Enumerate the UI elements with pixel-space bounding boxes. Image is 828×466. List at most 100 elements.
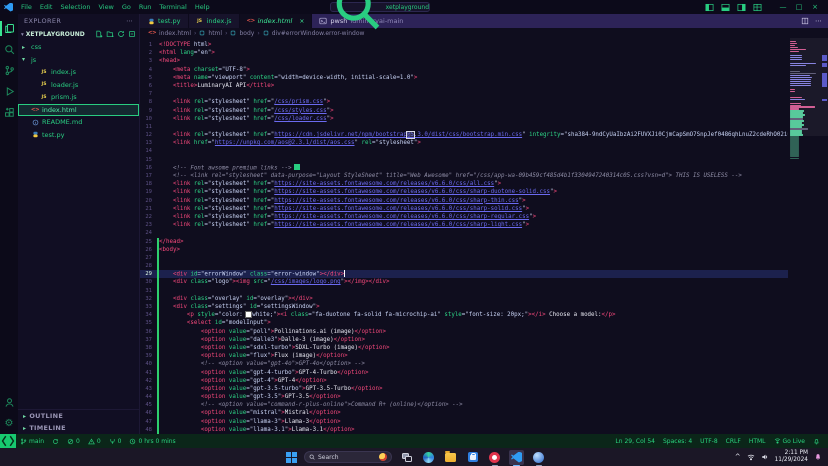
code-line-16[interactable]: 16 <!-- Font awsome premium links --> <box>140 164 788 172</box>
tab-test-py[interactable]: test.py <box>140 14 189 28</box>
taskbar-app-vscode[interactable] <box>509 450 524 465</box>
code-line-19[interactable]: 19 <link rel="stylesheet" href="https://… <box>140 188 788 196</box>
refresh-icon[interactable] <box>117 30 125 40</box>
code-line-3[interactable]: 3<head> <box>140 57 788 65</box>
status-bell[interactable] <box>809 438 824 445</box>
menu-item-help[interactable]: Help <box>191 0 214 14</box>
code-line-20[interactable]: 20 <link rel="stylesheet" href="https://… <box>140 197 788 205</box>
taskbar-app-opera[interactable] <box>487 450 502 465</box>
sidebar-section-timeline[interactable]: ▸TIMELINE <box>18 422 139 434</box>
file-README-md[interactable]: README.md <box>18 116 139 129</box>
code-line-22[interactable]: 22 <link rel="stylesheet" href="https://… <box>140 213 788 221</box>
code-line-32[interactable]: 32 <div class="overlay" id="overlay"></d… <box>140 295 788 303</box>
file-prism-js[interactable]: JSprism.js <box>18 91 139 104</box>
code-line-7[interactable]: 7 <box>140 90 788 98</box>
more-actions-icon[interactable]: ⋯ <box>815 17 822 25</box>
code-line-31[interactable]: 31 <box>140 287 788 295</box>
breadcrumb-item[interactable]: html <box>208 30 222 37</box>
status-branch-main[interactable]: main <box>16 438 48 445</box>
minimize-button[interactable]: — <box>775 0 791 14</box>
code-line-39[interactable]: 39 <option value="flux">Flux (image)</op… <box>140 352 788 360</box>
status-fork-0[interactable]: 0 <box>105 438 126 445</box>
menu-item-view[interactable]: View <box>94 0 117 14</box>
code-line-4[interactable]: 4 <meta charset="UTF-8"> <box>140 66 788 74</box>
code-line-24[interactable]: 24 <box>140 229 788 237</box>
code-line-35[interactable]: 35 <select id="modelInput"> <box>140 319 788 327</box>
code-line-48[interactable]: 48 <option value="llama-3.1">Llama-3.1</… <box>140 426 788 434</box>
minimap[interactable] <box>790 41 818 160</box>
tray-chevron-up-icon[interactable]: ^ <box>735 453 741 461</box>
code-line-47[interactable]: 47 <option value="llama-3">Llama-3</opti… <box>140 418 788 426</box>
status-sync[interactable] <box>48 438 63 445</box>
collapse-all-icon[interactable] <box>128 30 136 40</box>
command-search-box[interactable]: xetplayground <box>330 2 430 12</box>
taskbar-app-task-view[interactable] <box>399 450 414 465</box>
menu-item-edit[interactable]: Edit <box>36 0 57 14</box>
menu-item-selection[interactable]: Selection <box>56 0 94 14</box>
code-line-5[interactable]: 5 <meta name="viewport" content="width=d… <box>140 74 788 82</box>
status-clock-0[interactable]: 0 hrs 0 mins <box>125 438 179 445</box>
taskbar-app-edge[interactable] <box>421 450 436 465</box>
close-tab-icon[interactable]: × <box>299 18 304 25</box>
activitybar-search-icon[interactable] <box>0 39 18 60</box>
menu-item-file[interactable]: File <box>17 0 36 14</box>
activitybar-account-icon[interactable] <box>0 392 18 413</box>
taskbar-search[interactable]: Search <box>304 451 392 463</box>
new-file-icon[interactable] <box>95 30 103 40</box>
status-html[interactable]: HTML <box>745 438 770 445</box>
code-line-25[interactable]: 25</head> <box>140 238 788 246</box>
menu-item-terminal[interactable]: Terminal <box>155 0 190 14</box>
code-line-38[interactable]: 38 <option value="sdxl-turbo">SDXL-Turbo… <box>140 344 788 352</box>
start-button[interactable] <box>286 452 297 463</box>
split-editor-icon[interactable] <box>801 17 809 25</box>
status-warning-0[interactable]: 0 <box>84 438 105 445</box>
status-ln-29-col-54[interactable]: Ln 29, Col 54 <box>611 438 659 445</box>
activitybar-run-debug-icon[interactable] <box>0 81 18 102</box>
code-line-23[interactable]: 23 <link rel="stylesheet" href="https://… <box>140 221 788 229</box>
activitybar-settings-icon[interactable]: ⚙ <box>0 413 18 434</box>
breadcrumb-file[interactable]: index.html <box>159 30 191 37</box>
clock[interactable]: 2:11 PM 11/29/2024 <box>775 450 808 463</box>
code-line-6[interactable]: 6 <title>LuminaryAI API</title> <box>140 82 788 90</box>
taskbar-app-store[interactable] <box>465 450 480 465</box>
code-line-10[interactable]: 10 <link rel="stylesheet" href="/css/loa… <box>140 115 788 123</box>
toggle-sidebar-icon[interactable] <box>705 3 714 12</box>
code-line-44[interactable]: 44 <option value="gpt-3.5">GPT-3.5</opti… <box>140 393 788 401</box>
customize-layout-icon[interactable] <box>753 3 762 12</box>
file-test-py[interactable]: test.py <box>18 129 139 142</box>
code-line-14[interactable]: 14 <box>140 147 788 155</box>
status-remote[interactable] <box>0 434 16 448</box>
code-line-45[interactable]: 45 <!-- <option value="command-r-plus-on… <box>140 401 788 409</box>
activitybar-extensions-icon[interactable] <box>0 102 18 123</box>
toggle-secondary-sidebar-icon[interactable] <box>737 3 746 12</box>
code-line-17[interactable]: 17 <!-- <link rel="stylesheet" data-purp… <box>140 172 788 180</box>
code-line-26[interactable]: 26<body> <box>140 246 788 254</box>
code-line-42[interactable]: 42 <option value="gpt-4">GPT-4</option> <box>140 377 788 385</box>
explorer-more-icon[interactable]: ⋯ <box>126 17 133 25</box>
workspace-section-row[interactable]: ▾ XETPLAYGROUND <box>18 28 139 41</box>
sidebar-section-outline[interactable]: ▸OUTLINE <box>18 410 139 422</box>
status-crlf[interactable]: CRLF <box>722 438 745 445</box>
code-line-18[interactable]: 18 <link rel="stylesheet" href="https://… <box>140 180 788 188</box>
breadcrumb-item[interactable]: body <box>239 30 254 37</box>
code-line-34[interactable]: 34 <p style="color: white;"><i class="fa… <box>140 311 788 319</box>
code-line-30[interactable]: 30 <div class="logo"><img src="/css/imag… <box>140 278 788 286</box>
code-line-8[interactable]: 8 <link rel="stylesheet" href="/css/pris… <box>140 98 788 106</box>
taskbar-app-file-explorer[interactable] <box>443 450 458 465</box>
file-index-html[interactable]: <>index.html <box>18 104 139 117</box>
status-utf-8[interactable]: UTF-8 <box>696 438 722 445</box>
notification-bell-icon[interactable] <box>814 453 822 461</box>
volume-icon[interactable] <box>761 453 769 461</box>
overview-ruler[interactable] <box>820 41 828 434</box>
status-error-0[interactable]: 0 <box>63 438 84 445</box>
code-line-27[interactable]: 27 <box>140 254 788 262</box>
code-line-41[interactable]: 41 <option value="gpt-4-turbo">GPT-4-Tur… <box>140 369 788 377</box>
code-line-33[interactable]: 33 <div class="settings" id="settingsWin… <box>140 303 788 311</box>
code-line-36[interactable]: 36 <option value="poll">Pollinations.ai … <box>140 328 788 336</box>
code-line-11[interactable]: 11 <box>140 123 788 131</box>
code-line-37[interactable]: 37 <option value="dalle3">Dalle-3 (image… <box>140 336 788 344</box>
menu-item-go[interactable]: Go <box>118 0 135 14</box>
code-line-43[interactable]: 43 <option value="gpt-3.5-turbo">GPT-3.5… <box>140 385 788 393</box>
code-line-9[interactable]: 9 <link rel="stylesheet" href="/css/styl… <box>140 107 788 115</box>
code-area[interactable]: 1<!DOCTYPE html>2<html lang="en">3<head>… <box>140 38 828 434</box>
